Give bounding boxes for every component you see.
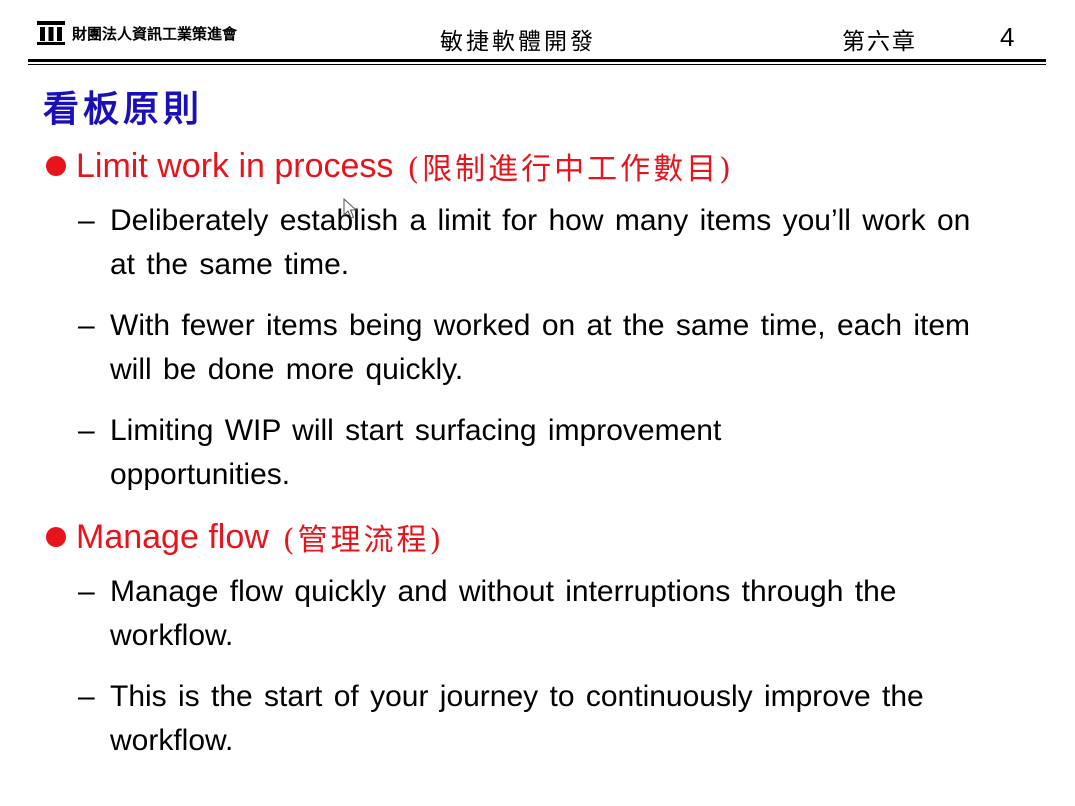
org-name: 財團法人資訊工業策進會 xyxy=(72,24,238,43)
dash-icon: – xyxy=(78,575,95,608)
sub-item-text: Limiting WIP will start surfacing improv… xyxy=(110,414,722,491)
bullet-label-cjk: (管理流程) xyxy=(282,523,445,558)
sub-item: – Limiting WIP will start surfacing impr… xyxy=(78,409,988,497)
bullet-label: Limit work in process xyxy=(76,146,394,185)
dash-icon: – xyxy=(78,204,95,237)
slide-title: 看板原則 xyxy=(43,88,204,130)
dash-icon: – xyxy=(78,309,95,342)
mouse-pointer-icon xyxy=(343,198,357,219)
header-divider-thick xyxy=(28,59,1046,62)
slide-header: 財團法人資訊工業策進會 敏捷軟體開發 第六章 4 xyxy=(28,14,1046,58)
sub-item: – This is the start of your journey to c… xyxy=(78,675,988,763)
org-logo: 財團法人資訊工業策進會 xyxy=(36,20,237,46)
dash-icon: – xyxy=(78,680,95,713)
bullet-manage-flow: Manage flow (管理流程) xyxy=(46,515,444,559)
sub-item-text: This is the start of your journey to con… xyxy=(110,680,924,757)
bullet-label: Manage flow xyxy=(76,517,269,556)
bullet-limit-wip: Limit work in process (限制進行中工作數目) xyxy=(46,144,734,188)
sub-item-text: Deliberately establish a limit for how m… xyxy=(110,204,971,281)
dash-icon: – xyxy=(78,414,95,447)
course-title: 敏捷軟體開發 xyxy=(440,29,596,55)
building-columns-icon xyxy=(37,21,65,45)
bullet-label-cjk: (限制進行中工作數目) xyxy=(407,152,734,187)
chapter-label: 第六章 xyxy=(842,29,917,55)
sub-item: – Manage flow quickly and without interr… xyxy=(78,570,988,658)
sub-item: – With fewer items being worked on at th… xyxy=(78,304,988,392)
sub-item: – Deliberately establish a limit for how… xyxy=(78,199,988,287)
sub-item-text: Manage flow quickly and without interrup… xyxy=(110,575,897,652)
header-divider-thin xyxy=(28,64,1046,65)
slide: 財團法人資訊工業策進會 敏捷軟體開發 第六章 4 看板原則 Limit work… xyxy=(0,0,1075,806)
bullet-dot-icon xyxy=(46,156,66,176)
page-number: 4 xyxy=(1000,22,1015,52)
sub-item-text: With fewer items being worked on at the … xyxy=(110,309,971,386)
bullet-dot-icon xyxy=(46,527,66,547)
